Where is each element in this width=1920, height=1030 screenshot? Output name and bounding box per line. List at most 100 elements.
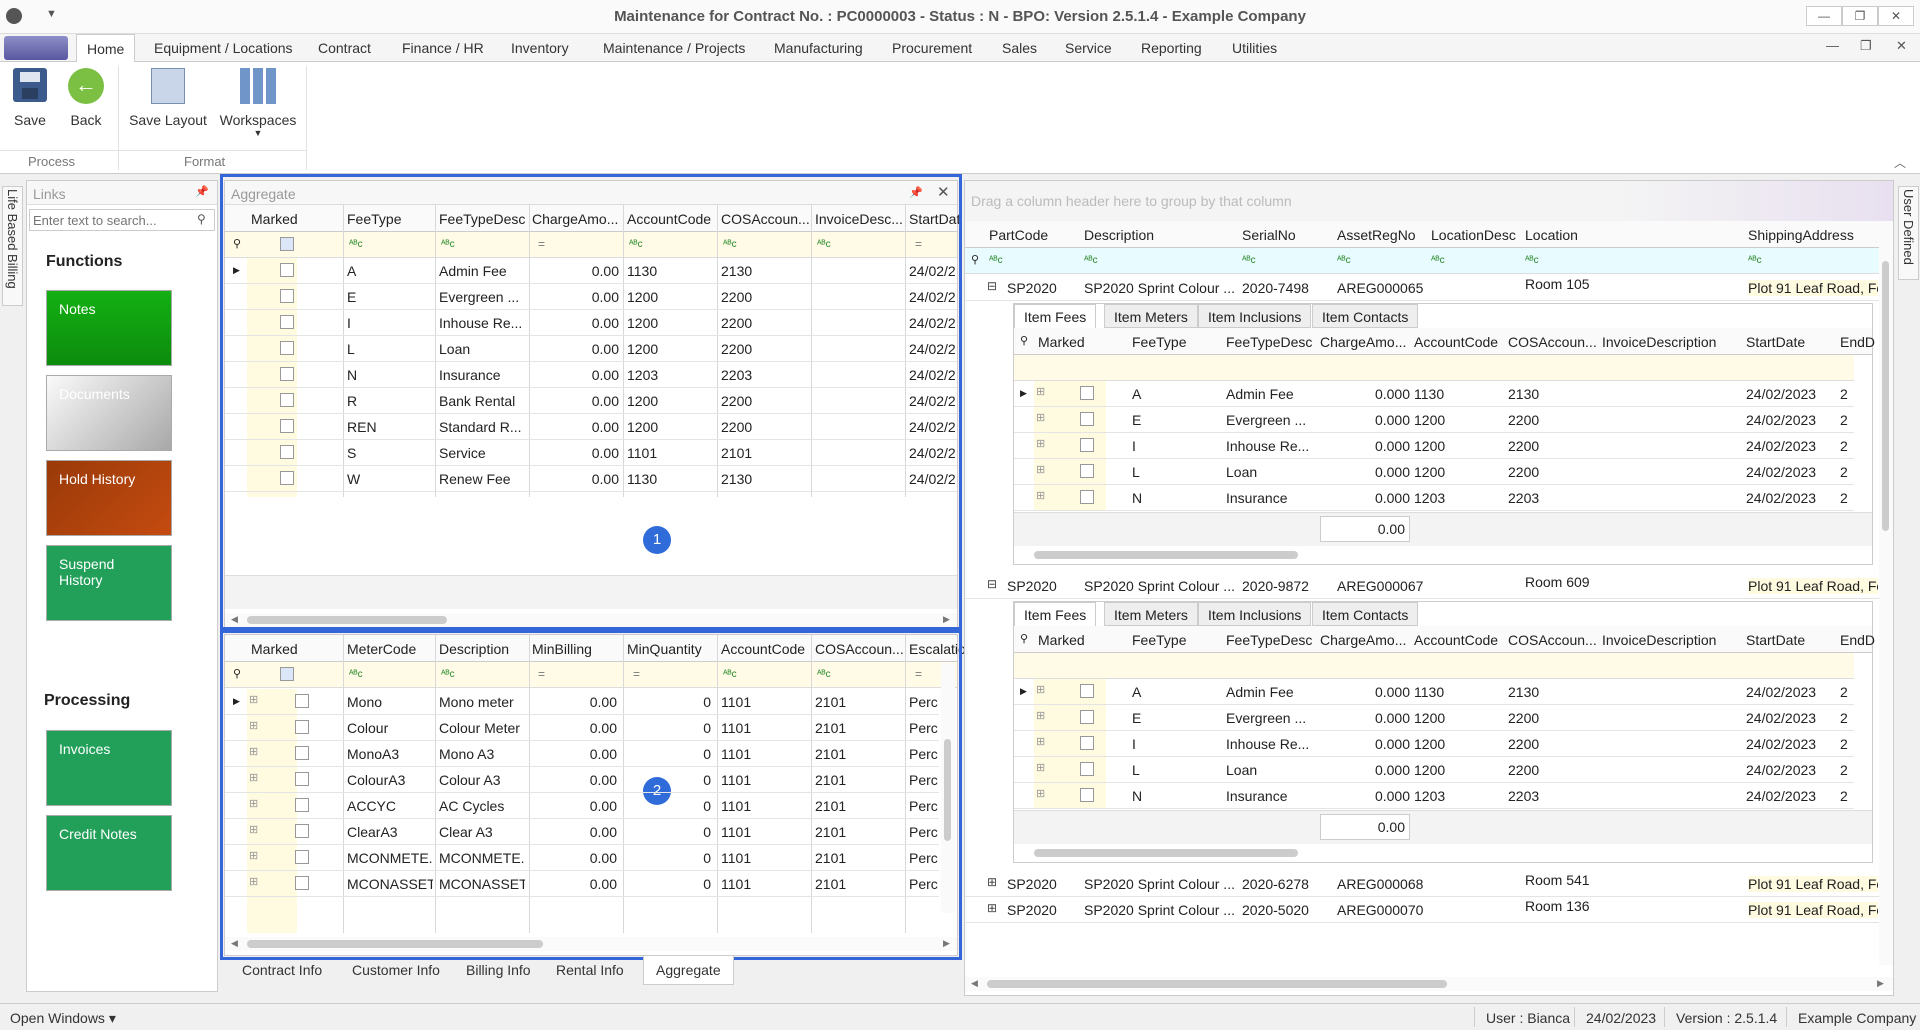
detail-tab[interactable]: Item Inclusions bbox=[1198, 602, 1312, 626]
detail-col[interactable]: ChargeAmo... bbox=[1320, 632, 1406, 648]
tab-manufacturing[interactable]: Manufacturing bbox=[774, 40, 863, 56]
row-checkbox[interactable] bbox=[1080, 736, 1094, 750]
table-row[interactable]: ⊞ E Evergreen ... 0.000 1200 2200 24/02/2023 2 bbox=[1014, 705, 1854, 731]
tab-equipment-locations[interactable]: Equipment / Locations bbox=[154, 40, 293, 56]
detail-hscrollbar[interactable] bbox=[1014, 548, 1872, 562]
detail-col[interactable]: StartDate bbox=[1746, 632, 1805, 648]
hold-history-button[interactable]: Hold History bbox=[46, 460, 172, 536]
save-button[interactable]: Save bbox=[10, 68, 50, 128]
row-checkbox[interactable] bbox=[1080, 490, 1094, 504]
detail-hscrollbar[interactable] bbox=[1014, 846, 1872, 860]
detail-filter-row[interactable] bbox=[1014, 653, 1854, 679]
detail-filter-row[interactable] bbox=[1014, 355, 1854, 381]
detail-col[interactable]: InvoiceDescription bbox=[1602, 334, 1716, 350]
suspend-history-button[interactable]: Suspend History bbox=[46, 545, 172, 621]
expand-icon[interactable]: ⊞ bbox=[1036, 735, 1045, 748]
detail-col[interactable]: FeeTypeDesc bbox=[1226, 334, 1312, 350]
life-based-billing-tab[interactable]: Life Based Billing bbox=[2, 186, 23, 306]
row-checkbox[interactable] bbox=[1080, 684, 1094, 698]
back-button[interactable]: ← Back bbox=[66, 68, 106, 128]
equipment-vscrollbar[interactable] bbox=[1879, 221, 1893, 965]
app-menu-button[interactable] bbox=[4, 36, 68, 60]
notes-button[interactable]: Notes bbox=[46, 290, 172, 366]
table-row[interactable]: ⊞ SP2020 SP2020 Sprint Colour ... 2020-5020… bbox=[965, 897, 1879, 923]
table-row[interactable]: ⊞ L Loan 0.000 1200 2200 24/02/2023 2 bbox=[1014, 757, 1854, 783]
open-windows-button[interactable]: Open Windows ▾ bbox=[10, 1010, 116, 1027]
restore-button[interactable]: ❐ bbox=[1842, 6, 1878, 26]
row-checkbox[interactable] bbox=[1080, 762, 1094, 776]
minimize-button[interactable]: — bbox=[1806, 6, 1842, 26]
row-checkbox[interactable] bbox=[1080, 438, 1094, 452]
tab-sales[interactable]: Sales bbox=[1002, 40, 1037, 56]
mdi-minimize-icon[interactable]: — bbox=[1826, 38, 1839, 53]
table-row[interactable]: ⊟ SP2020 SP2020 Sprint Colour ... 2020-9872… bbox=[965, 573, 1879, 599]
expand-icon[interactable]: ⊞ bbox=[1036, 683, 1045, 696]
detail-col[interactable]: COSAccoun... bbox=[1508, 334, 1597, 350]
tab-service[interactable]: Service bbox=[1065, 40, 1112, 56]
row-checkbox[interactable] bbox=[1080, 386, 1094, 400]
tab-procurement[interactable]: Procurement bbox=[892, 40, 972, 56]
col-partcode[interactable]: PartCode bbox=[989, 227, 1048, 243]
expand-icon[interactable]: ⊞ bbox=[1036, 411, 1045, 424]
search-icon[interactable]: ⚲ bbox=[1020, 632, 1028, 645]
tab-billing-info[interactable]: Billing Info bbox=[466, 962, 531, 978]
workspaces-button[interactable]: Workspaces ▼ bbox=[218, 68, 298, 138]
col-serialno[interactable]: SerialNo bbox=[1242, 227, 1296, 243]
tab-maintenance-projects[interactable]: Maintenance / Projects bbox=[603, 40, 745, 56]
table-row[interactable]: ⊞ SP2020 SP2020 Sprint Colour ... 2020-6278… bbox=[965, 871, 1879, 897]
tab-finance-hr[interactable]: Finance / HR bbox=[402, 40, 484, 56]
detail-tab[interactable]: Item Contacts bbox=[1312, 602, 1419, 626]
detail-col[interactable]: StartDate bbox=[1746, 334, 1805, 350]
detail-tab[interactable]: Item Fees bbox=[1014, 304, 1097, 328]
expand-icon[interactable]: ⊞ bbox=[1036, 437, 1045, 450]
detail-col[interactable]: COSAccoun... bbox=[1508, 632, 1597, 648]
collapse-ribbon-icon[interactable]: ︿ bbox=[1894, 154, 1906, 171]
mdi-close-icon[interactable]: ✕ bbox=[1896, 38, 1907, 54]
detail-tab[interactable]: Item Fees bbox=[1014, 602, 1097, 626]
detail-tab[interactable]: Item Inclusions bbox=[1198, 304, 1312, 328]
equipment-hscrollbar[interactable]: ◀ ▶ bbox=[965, 977, 1893, 991]
table-row[interactable]: ▶ ⊞ A Admin Fee 0.000 1130 2130 24/02/2023 2 bbox=[1014, 679, 1854, 705]
tab-reporting[interactable]: Reporting bbox=[1141, 40, 1202, 56]
tab-rental-info[interactable]: Rental Info bbox=[556, 962, 624, 978]
user-defined-tab[interactable]: User Defined bbox=[1898, 186, 1919, 280]
expand-icon[interactable]: ⊞ bbox=[987, 875, 997, 889]
table-row[interactable]: ⊞ L Loan 0.000 1200 2200 24/02/2023 2 bbox=[1014, 459, 1854, 485]
detail-col[interactable]: FeeType bbox=[1132, 334, 1186, 350]
expand-icon[interactable]: ⊞ bbox=[1036, 463, 1045, 476]
detail-col[interactable]: Marked bbox=[1038, 632, 1085, 648]
tab-contract-info[interactable]: Contract Info bbox=[242, 962, 322, 978]
tab-customer-info[interactable]: Customer Info bbox=[352, 962, 440, 978]
expand-icon[interactable]: ⊟ bbox=[987, 279, 997, 293]
row-checkbox[interactable] bbox=[1080, 464, 1094, 478]
tab-inventory[interactable]: Inventory bbox=[511, 40, 569, 56]
expand-icon[interactable]: ⊞ bbox=[1036, 709, 1045, 722]
table-row[interactable]: ⊞ I Inhouse Re... 0.000 1200 2200 24/02/2023 2 bbox=[1014, 731, 1854, 757]
expand-icon[interactable]: ⊞ bbox=[1036, 761, 1045, 774]
detail-col[interactable]: AccountCode bbox=[1414, 334, 1498, 350]
detail-col[interactable]: EndD bbox=[1840, 334, 1875, 350]
detail-col[interactable]: EndD bbox=[1840, 632, 1875, 648]
expand-icon[interactable]: ⊞ bbox=[1036, 385, 1045, 398]
detail-col[interactable]: ChargeAmo... bbox=[1320, 334, 1406, 350]
tab-home[interactable]: Home bbox=[76, 34, 136, 63]
mdi-restore-icon[interactable]: ❐ bbox=[1860, 38, 1872, 54]
table-row[interactable]: ⊞ I Inhouse Re... 0.000 1200 2200 24/02/2023 2 bbox=[1014, 433, 1854, 459]
detail-tab[interactable]: Item Meters bbox=[1104, 304, 1198, 328]
pin-icon[interactable]: 📌 bbox=[195, 185, 209, 198]
expand-icon[interactable]: ⊞ bbox=[1036, 489, 1045, 502]
detail-tab[interactable]: Item Contacts bbox=[1312, 304, 1419, 328]
save-layout-button[interactable]: Save Layout bbox=[128, 68, 208, 128]
expand-icon[interactable]: ⊞ bbox=[987, 901, 997, 915]
group-by-area[interactable]: Drag a column header here to group by th… bbox=[965, 181, 1893, 221]
row-checkbox[interactable] bbox=[1080, 710, 1094, 724]
close-button[interactable]: ✕ bbox=[1878, 6, 1914, 26]
col-description[interactable]: Description bbox=[1084, 227, 1154, 243]
col-shippingaddress[interactable]: ShippingAddress bbox=[1748, 227, 1854, 243]
table-row[interactable]: ⊞ N Insurance 0.000 1203 2203 24/02/2023 2 bbox=[1014, 485, 1854, 511]
table-row[interactable]: ⊞ E Evergreen ... 0.000 1200 2200 24/02/2023 2 bbox=[1014, 407, 1854, 433]
detail-tab[interactable]: Item Meters bbox=[1104, 602, 1198, 626]
links-search-input[interactable] bbox=[29, 209, 215, 231]
invoices-button[interactable]: Invoices bbox=[46, 730, 172, 806]
expand-icon[interactable]: ⊟ bbox=[987, 577, 997, 591]
